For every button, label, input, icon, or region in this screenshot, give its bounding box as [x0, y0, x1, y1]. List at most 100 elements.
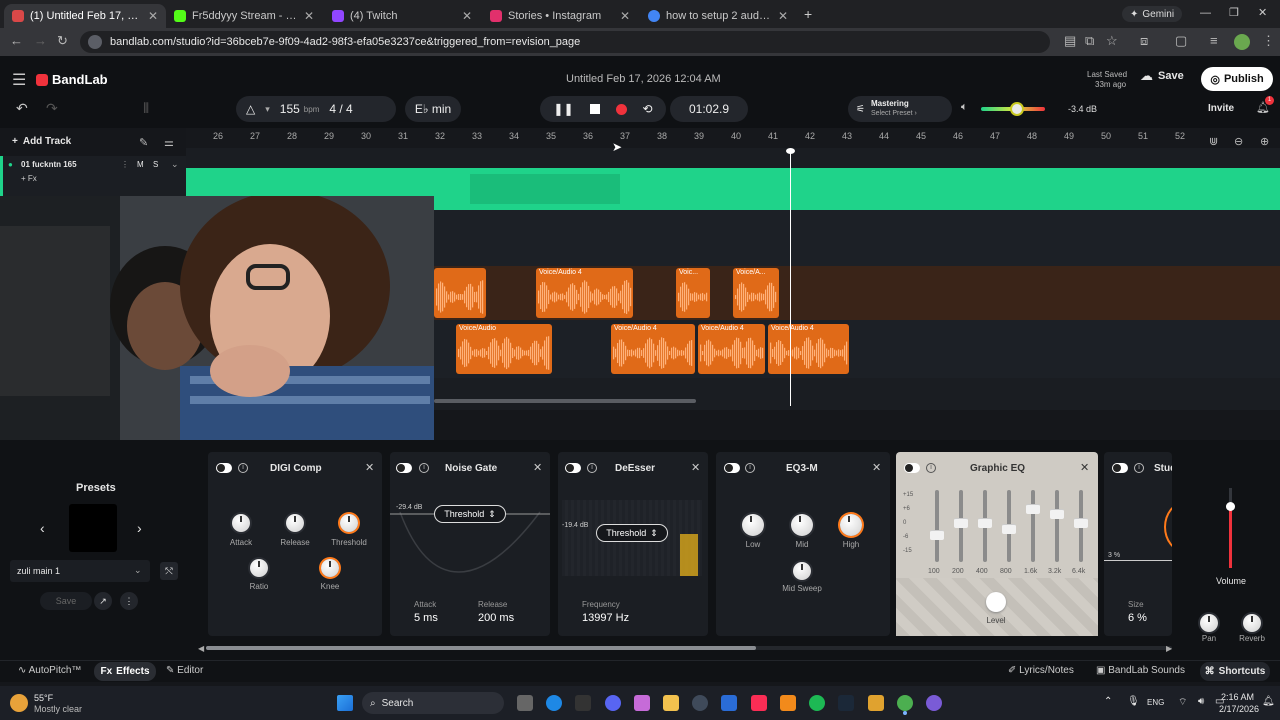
eq-band-fader[interactable]	[1055, 490, 1059, 562]
tab-instagram[interactable]: Stories • Instagram ✕	[482, 4, 638, 28]
frequency-value[interactable]: 13997 Hz	[582, 612, 629, 624]
gemini-button[interactable]: ✦ Gemini	[1122, 6, 1183, 22]
steam-icon[interactable]	[838, 695, 854, 711]
close-icon[interactable]: ✕	[872, 461, 881, 474]
zoom-out-icon[interactable]: ⊖	[1234, 135, 1243, 148]
speaker-icon[interactable]: 🔈︎	[961, 101, 968, 114]
scroll-right-icon[interactable]: ▶	[1166, 644, 1172, 653]
chevron-right-icon[interactable]: ›	[137, 520, 142, 536]
site-info-icon[interactable]	[88, 35, 102, 49]
clock-time[interactable]: 2:16 AM	[1221, 692, 1254, 702]
track-name[interactable]: 01 fuckntn 165	[21, 160, 77, 169]
eq-band-handle[interactable]	[930, 530, 944, 540]
app-icon[interactable]	[926, 695, 942, 711]
cast-icon[interactable]: ⧉	[1085, 33, 1094, 49]
add-track-button[interactable]: + Add Track	[12, 136, 71, 147]
master-volume-handle[interactable]	[1010, 102, 1024, 116]
close-icon[interactable]: ✕	[148, 9, 158, 23]
info-icon[interactable]: i	[238, 463, 248, 473]
close-icon[interactable]: ✕	[620, 9, 630, 23]
extensions-icon[interactable]: ⧈	[1140, 33, 1148, 49]
track-settings-icon[interactable]: ⚌	[164, 136, 174, 149]
wifi-icon[interactable]: ⌔	[1178, 696, 1187, 709]
sidebar-icon[interactable]: ▢	[1175, 33, 1187, 49]
mid-knob[interactable]	[791, 514, 813, 536]
size-value[interactable]: 6 %	[1128, 612, 1147, 624]
bandlab-logo[interactable]: BandLab	[36, 72, 108, 87]
preset-save-button[interactable]: Save	[40, 592, 92, 610]
high-knob[interactable]	[840, 514, 862, 536]
eq-band-handle[interactable]	[1074, 518, 1088, 528]
file-explorer-icon[interactable]	[663, 695, 679, 711]
tab-bandlab[interactable]: (1) Untitled Feb 17, 2026 1: ✕	[4, 4, 166, 28]
timeline-scrollbar[interactable]	[434, 399, 696, 403]
level-knob[interactable]	[986, 592, 1006, 612]
tab-google[interactable]: how to setup 2 audio outputs u ✕	[640, 4, 796, 28]
tempo-control[interactable]: △ ▾ 155 bpm 4 / 4	[236, 96, 396, 122]
scroll-left-icon[interactable]: ◀	[198, 644, 204, 653]
chevron-up-icon[interactable]: ⌃	[1104, 696, 1112, 707]
fx-toggle[interactable]	[216, 463, 232, 473]
bpm-value[interactable]: 155	[280, 102, 300, 116]
add-fx-button[interactable]: + Fx	[21, 174, 37, 183]
fx-toggle[interactable]	[565, 463, 581, 473]
new-tab-button[interactable]: +	[804, 6, 812, 22]
windows-start-icon[interactable]	[337, 695, 353, 711]
redo-icon[interactable]: ↷	[46, 100, 58, 117]
close-icon[interactable]: ✕	[691, 461, 700, 474]
ratio-knob[interactable]	[250, 559, 268, 577]
spotify-icon[interactable]	[809, 695, 825, 711]
eq-band-handle[interactable]	[978, 518, 992, 528]
audio-clip[interactable]: Voice/Audio	[456, 324, 552, 374]
stop-icon[interactable]	[589, 104, 600, 114]
volume-handle[interactable]	[1226, 502, 1235, 511]
autopitch-button[interactable]: ∿ AutoPitch™	[18, 665, 81, 676]
release-knob[interactable]	[286, 514, 304, 532]
tab-twitch[interactable]: (4) Twitch ✕	[324, 4, 480, 28]
tab-search-icon[interactable]: ▤	[1064, 33, 1076, 49]
attack-knob[interactable]	[232, 514, 250, 532]
apple-music-icon[interactable]	[751, 695, 767, 711]
record-icon[interactable]	[615, 103, 627, 115]
save-button[interactable]: ☁ Save	[1140, 68, 1184, 84]
eq-band-handle[interactable]	[954, 518, 968, 528]
mid-sweep-knob[interactable]	[793, 562, 811, 580]
fx-toggle[interactable]	[904, 463, 920, 473]
eq-band-fader[interactable]	[1031, 490, 1035, 562]
hamburger-menu-icon[interactable]: ☰	[12, 70, 26, 90]
info-icon[interactable]: i	[587, 463, 597, 473]
fx-toggle[interactable]	[724, 463, 740, 473]
taskbar-search[interactable]: ⌕ Search	[362, 692, 504, 714]
profile-avatar[interactable]	[1234, 34, 1250, 50]
task-view-icon[interactable]	[517, 695, 533, 711]
fx-scroll-thumb[interactable]	[206, 646, 756, 650]
lyrics-button[interactable]: ✐ Lyrics/Notes	[1008, 665, 1074, 676]
playhead[interactable]	[790, 150, 791, 406]
project-title[interactable]: Untitled Feb 17, 2026 12:04 AM	[566, 73, 721, 85]
magnet-icon[interactable]: ⋓	[1209, 135, 1218, 148]
tab-kick[interactable]: Fr5ddyyy Stream - Watch Live o ✕	[166, 4, 322, 28]
audio-clip[interactable]: Voice/A...	[733, 268, 779, 318]
track-menu-icon[interactable]: ⋮	[121, 160, 129, 169]
info-icon[interactable]: i	[926, 463, 936, 473]
close-icon[interactable]: ✕	[304, 9, 314, 23]
chevron-left-icon[interactable]: ‹	[40, 520, 45, 536]
info-icon[interactable]: i	[745, 463, 755, 473]
close-icon[interactable]: ✕	[365, 461, 374, 474]
tuner-icon[interactable]: ⦀	[143, 100, 149, 117]
shortcuts-button[interactable]: ⌘ Shortcuts	[1200, 662, 1270, 681]
reverb-knob[interactable]	[1243, 614, 1261, 632]
pan-knob[interactable]	[1200, 614, 1218, 632]
threshold-knob[interactable]	[340, 514, 358, 532]
store-icon[interactable]	[721, 695, 737, 711]
epic-games-icon[interactable]	[575, 695, 591, 711]
language[interactable]: ENG	[1147, 698, 1164, 707]
fx-toggle[interactable]	[396, 463, 412, 473]
kebab-menu-icon[interactable]: ⋮	[1262, 33, 1275, 49]
eq-band-handle[interactable]	[1050, 509, 1064, 519]
key-button[interactable]: E♭ min	[405, 96, 461, 122]
close-icon[interactable]: ✕	[1080, 461, 1089, 474]
close-window-icon[interactable]: ✕	[1258, 6, 1267, 19]
share-icon[interactable]: ↗	[94, 592, 112, 610]
eq-band-handle[interactable]	[1002, 524, 1016, 534]
